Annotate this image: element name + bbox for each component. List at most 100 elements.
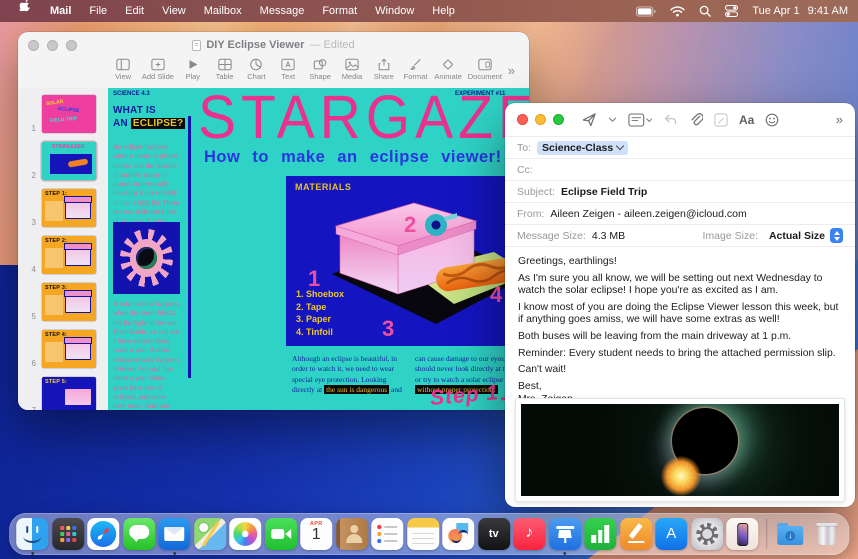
from-field[interactable]: From: Aileen Zeigen - aileen.zeigen@iclo…	[505, 203, 855, 225]
dock-icon-numbers[interactable]	[584, 518, 616, 550]
dock-icon-notes[interactable]	[407, 518, 439, 550]
dock-icon-photos[interactable]	[229, 518, 261, 550]
dock-icon-safari[interactable]	[87, 518, 119, 550]
menu-bar-clock[interactable]: Tue Apr 1 9:41 AM	[752, 5, 848, 17]
dock-icon-launchpad[interactable]	[52, 518, 84, 550]
dock-icon-pages[interactable]	[620, 518, 652, 550]
menu-app-name[interactable]: Mail	[41, 0, 80, 22]
keynote-window-title: DIY Eclipse Viewer — Edited	[18, 39, 529, 51]
slide-thumbnail-1[interactable]: 1 SOLAR ECLIPSE FIELD TRIP	[18, 93, 108, 135]
message-body[interactable]: Greetings, earthlings! As I'm sure you a…	[505, 247, 855, 406]
format-button[interactable]: Aa	[739, 113, 754, 127]
control-center-icon[interactable]	[725, 5, 738, 17]
image-size-control[interactable]: Image Size: Actual Size	[703, 228, 843, 243]
toolbar-document-button[interactable]: Document	[468, 58, 502, 81]
dock: APR 1 tv ♪ A ↓	[9, 513, 849, 555]
dock-icon-apple-tv[interactable]: tv	[478, 518, 510, 550]
menu-message[interactable]: Message	[251, 0, 314, 22]
dock-icon-maps[interactable]	[194, 518, 226, 550]
body-paragraph: Can't wait!	[518, 364, 842, 376]
dock-icon-messages[interactable]	[123, 518, 155, 550]
send-options-chevron-icon[interactable]	[608, 117, 617, 123]
dock-icon-trash[interactable]	[810, 518, 842, 550]
cc-field[interactable]: Cc:	[505, 159, 855, 181]
toolbar-media-button[interactable]: Media	[339, 58, 365, 81]
menu-file[interactable]: File	[80, 0, 116, 22]
size-row: Message Size: 4.3 MB Image Size: Actual …	[505, 225, 855, 247]
materials-item: 3. Paper	[296, 313, 344, 326]
keynote-titlebar[interactable]: DIY Eclipse Viewer — Edited	[18, 32, 529, 58]
markup-button-disabled[interactable]	[714, 113, 728, 127]
emoji-button[interactable]	[765, 113, 779, 127]
body-paragraph: Both buses will be leaving from the main…	[518, 331, 842, 343]
toolbar-overflow-chevron[interactable]: »	[836, 112, 843, 127]
edited-badge: — Edited	[309, 39, 354, 51]
dock-icon-freeform[interactable]	[442, 518, 474, 550]
menu-help[interactable]: Help	[423, 0, 464, 22]
dock-icon-mail[interactable]	[158, 518, 190, 550]
toolbar-view-button[interactable]: View	[110, 58, 136, 81]
toolbar-overflow-chevron[interactable]: »	[508, 63, 515, 78]
menu-window[interactable]: Window	[366, 0, 423, 22]
send-button[interactable]	[581, 112, 597, 127]
dock-icon-downloads[interactable]: ↓	[774, 518, 806, 550]
dock-icon-calendar[interactable]: APR 1	[300, 518, 332, 550]
header-fields-button[interactable]	[628, 113, 652, 127]
close-button[interactable]	[517, 114, 528, 125]
dock-icon-contacts[interactable]	[336, 518, 368, 550]
battery-icon[interactable]	[636, 6, 656, 17]
spotlight-search-icon[interactable]	[699, 5, 711, 17]
zoom-button[interactable]	[553, 114, 564, 125]
toolbar-format-button[interactable]: Format	[403, 58, 429, 81]
dock-icon-finder[interactable]	[16, 518, 48, 550]
menu-view[interactable]: View	[153, 0, 195, 22]
toolbar-shape-button[interactable]: Shape	[307, 58, 333, 81]
recipient-token[interactable]: Science-Class	[537, 141, 628, 155]
keynote-toolbar: View Add Slide Play Table Chart Text Sha…	[18, 58, 529, 88]
reply-button-disabled[interactable]	[663, 113, 678, 126]
keynote-window: DIY Eclipse Viewer — Edited View Add Sli…	[18, 32, 529, 410]
close-button[interactable]	[28, 40, 39, 51]
image-size-dropdown-icon[interactable]	[830, 228, 843, 243]
slide-thumbnail-5[interactable]: 5 STEP 3:	[18, 281, 108, 323]
slide-thumbnail-3[interactable]: 3 STEP 1:	[18, 187, 108, 229]
slide-thumbnail-6[interactable]: 6 STEP 4:	[18, 328, 108, 370]
dock-icon-keynote[interactable]	[549, 518, 581, 550]
toolbar-play-button[interactable]: Play	[180, 58, 206, 81]
to-field[interactable]: To: Science-Class	[505, 137, 855, 159]
dock-icon-iphone-mirroring[interactable]	[726, 518, 758, 550]
body-signoff: Best,	[518, 381, 842, 393]
slide-paragraph-solar: A solar eclipse happens when the moon bl…	[113, 300, 180, 410]
toolbar-add-slide-button[interactable]: Add Slide	[142, 58, 174, 81]
slide-thumbnail-2-selected[interactable]: 2 STARGAZER	[18, 140, 108, 182]
zoom-button[interactable]	[66, 40, 77, 51]
minimize-button[interactable]	[535, 114, 546, 125]
apple-menu-icon[interactable]	[10, 0, 41, 22]
wifi-icon[interactable]	[670, 6, 685, 17]
dock-icon-system-settings[interactable]	[691, 518, 723, 550]
slide-thumbnail-7[interactable]: 7 STEP 5:	[18, 375, 108, 410]
attached-eclipse-photo[interactable]	[515, 398, 845, 502]
materials-item: 2. Tape	[296, 301, 344, 314]
dock-icon-facetime[interactable]	[265, 518, 297, 550]
slide-canvas[interactable]: SCIENCE 4.3 EXPERIMENT #11 WHAT IS AN EC…	[108, 88, 529, 410]
dock-icon-app-store[interactable]: A	[655, 518, 687, 550]
subject-field[interactable]: Subject: Eclipse Field Trip	[505, 181, 855, 203]
minimize-button[interactable]	[47, 40, 58, 51]
toolbar-animate-button[interactable]: Animate	[434, 58, 462, 81]
toolbar-table-button[interactable]: Table	[212, 58, 238, 81]
toolbar-share-button[interactable]: Share	[371, 58, 397, 81]
dock-icon-reminders[interactable]	[371, 518, 403, 550]
slide-thumbnail-4[interactable]: 4 STEP 2:	[18, 234, 108, 276]
body-paragraph: I know most of you are doing the Eclipse…	[518, 302, 842, 327]
menu-mailbox[interactable]: Mailbox	[195, 0, 251, 22]
menu-bar-status: Tue Apr 1 9:41 AM	[636, 5, 848, 17]
subject-value: Eclipse Field Trip	[561, 186, 647, 198]
menu-edit[interactable]: Edit	[116, 0, 153, 22]
attach-button[interactable]	[689, 112, 703, 127]
menu-format[interactable]: Format	[313, 0, 366, 22]
dock-icon-music[interactable]: ♪	[513, 518, 545, 550]
toolbar-chart-button[interactable]: Chart	[243, 58, 269, 81]
toolbar-text-button[interactable]: Text	[275, 58, 301, 81]
menu-bar-date: Tue Apr 1	[752, 5, 799, 17]
